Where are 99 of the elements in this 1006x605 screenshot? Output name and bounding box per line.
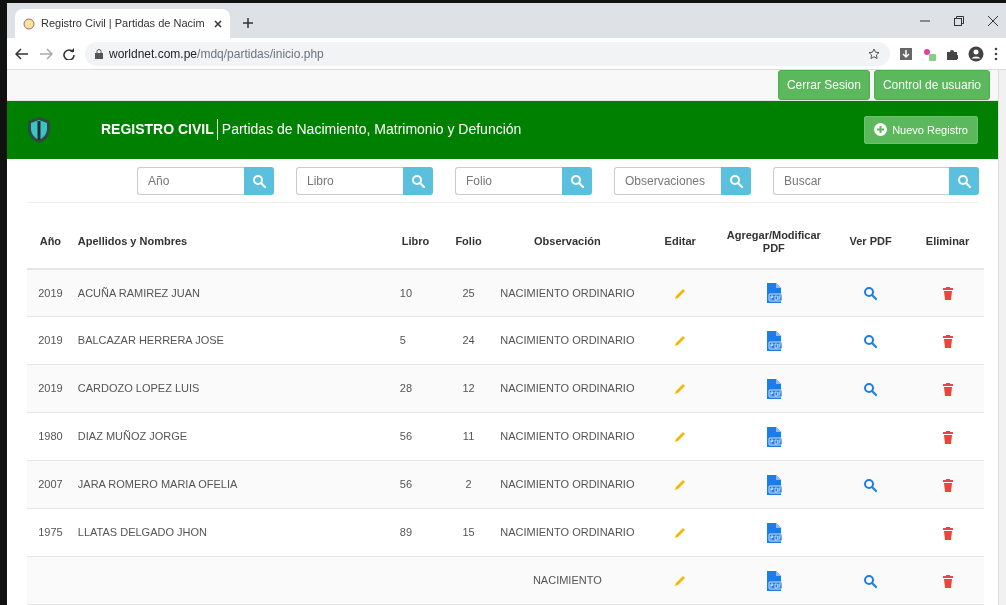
scrollbar[interactable]	[998, 70, 1006, 605]
table-cell: 2	[465, 478, 472, 491]
tab-title: Registro Civil | Partidas de Nacim	[41, 16, 206, 32]
table-cell: 25	[462, 286, 475, 299]
close-icon[interactable]	[214, 19, 222, 28]
table-cell: 2019	[38, 382, 63, 395]
column-header: Folio	[455, 235, 482, 248]
table-cell: 2007	[38, 478, 63, 491]
back-icon[interactable]	[15, 47, 29, 60]
address-bar[interactable]: worldnet.com.pe/mdq/partidas/inicio.php	[85, 41, 890, 66]
table-cell: DIAZ MUÑOZ JORGE	[77, 430, 188, 443]
trash-icon[interactable]	[942, 526, 953, 540]
column-header: Eliminar	[925, 235, 970, 248]
trash-icon[interactable]	[942, 382, 953, 396]
search-icon[interactable]	[863, 573, 879, 589]
column-header: Apellidos y Nombres	[77, 235, 188, 248]
table-cell: LLATAS DELGADO JHON	[77, 526, 207, 539]
search-icon[interactable]	[863, 333, 879, 349]
table-cell: NACIMIENTO ORDINARIO	[500, 382, 635, 395]
page-subtitle: Partidas de Nacimiento, Matrimonio y Defunción	[216, 119, 522, 141]
table-cell: 5	[399, 334, 406, 347]
search-icon[interactable]	[863, 286, 879, 302]
trash-icon[interactable]	[942, 574, 953, 588]
table-cell: 56	[399, 430, 413, 443]
column-header: Editar	[664, 235, 696, 248]
search-icon	[411, 173, 425, 188]
pdf-file-icon[interactable]	[764, 282, 783, 303]
table-cell: 1975	[38, 526, 63, 539]
pdf-file-icon[interactable]	[764, 378, 783, 399]
search-button[interactable]	[244, 166, 274, 195]
search-icon	[957, 173, 971, 188]
search-icon	[729, 173, 743, 188]
forward-icon[interactable]	[39, 47, 53, 60]
trash-icon[interactable]	[942, 478, 953, 492]
restore-icon[interactable]	[954, 16, 964, 26]
search-button[interactable]	[721, 166, 751, 195]
table-cell: ACUÑA RAMIREZ JUAN	[77, 286, 201, 299]
table-cell: NACIMIENTO ORDINARIO	[500, 478, 635, 491]
column-header: Agregar/Modificar PDF	[726, 228, 821, 254]
table-cell: 2019	[38, 286, 63, 299]
table-cell: NACIMIENTO ORDINARIO	[500, 526, 635, 539]
reload-icon[interactable]	[63, 47, 75, 60]
table-cell: NACIMIENTO	[532, 574, 602, 587]
table-cell: 28	[399, 382, 413, 395]
table-cell: 56	[399, 478, 413, 491]
shield-icon	[27, 115, 51, 144]
star-icon[interactable]	[868, 47, 880, 60]
filter-field[interactable]: Buscar	[773, 166, 949, 195]
table-cell: NACIMIENTO ORDINARIO	[500, 334, 635, 347]
column-header: Libro	[401, 235, 430, 248]
url-text: worldnet.com.pe/mdq/partidas/inicio.php	[109, 45, 324, 63]
table-cell: 12	[462, 382, 475, 395]
filter-field[interactable]: Observaciones	[614, 166, 721, 195]
extension-icon[interactable]	[922, 46, 936, 61]
search-button[interactable]	[403, 166, 433, 195]
table-cell: BALCAZAR HERRERA JOSE	[77, 334, 224, 347]
search-button[interactable]	[562, 166, 592, 195]
table-cell: CARDOZO LOPEZ LUIS	[77, 382, 200, 395]
header-button[interactable]: Cerrar Sesion	[777, 70, 870, 100]
pdf-file-icon[interactable]	[764, 522, 783, 543]
table-cell: 15	[462, 526, 475, 539]
header-button[interactable]: Control de usuario	[873, 70, 990, 100]
table-cell: NACIMIENTO ORDINARIO	[500, 430, 635, 443]
profile-icon[interactable]	[968, 45, 984, 62]
filter-field[interactable]: Año	[137, 166, 244, 195]
pdf-file-icon[interactable]	[764, 426, 783, 447]
trash-icon[interactable]	[942, 334, 953, 348]
search-icon	[570, 173, 584, 188]
column-header: Ver PDF	[849, 235, 892, 248]
close-icon[interactable]	[988, 16, 998, 26]
table-cell: NACIMIENTO ORDINARIO	[500, 286, 635, 299]
plus-icon	[874, 123, 888, 137]
table-cell: 89	[399, 526, 413, 539]
table-cell: 2019	[38, 334, 63, 347]
menu-icon[interactable]	[994, 46, 998, 61]
lock-icon	[95, 48, 103, 59]
table-cell: 1980	[38, 430, 63, 443]
search-button[interactable]	[949, 166, 979, 195]
search-icon	[252, 173, 266, 188]
new-tab-icon[interactable]	[242, 17, 254, 29]
pdf-file-icon[interactable]	[764, 570, 783, 591]
pdf-file-icon[interactable]	[764, 330, 783, 351]
pdf-file-icon[interactable]	[764, 474, 783, 495]
search-icon[interactable]	[863, 381, 879, 397]
table-cell: 24	[462, 334, 475, 347]
browser-tab[interactable]: Registro Civil | Partidas de Nacim	[15, 9, 230, 38]
download-icon[interactable]	[900, 47, 912, 60]
search-icon[interactable]	[863, 477, 879, 493]
brand-title: REGISTRO CIVIL	[101, 120, 214, 140]
table-cell: 11	[462, 430, 475, 443]
table-cell: 10	[399, 286, 413, 299]
trash-icon[interactable]	[942, 287, 953, 301]
column-header: Año	[39, 235, 62, 248]
filter-field[interactable]: Libro	[296, 166, 403, 195]
new-record-button[interactable]: Nuevo Registro	[864, 115, 978, 145]
filter-field[interactable]: Folio	[455, 166, 562, 195]
trash-icon[interactable]	[942, 430, 953, 444]
column-header: Observación	[534, 235, 601, 248]
table-cell: JARA ROMERO MARIA OFELIA	[77, 478, 238, 491]
